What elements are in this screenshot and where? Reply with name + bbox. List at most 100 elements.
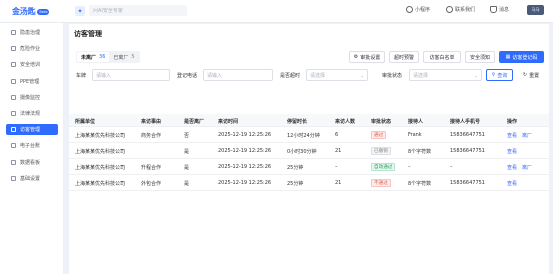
cell-time: 2025-12-19 12:25:26 bbox=[218, 180, 272, 186]
sidebar-item-label: 基础设置 bbox=[20, 175, 41, 182]
view-link[interactable]: 查看 bbox=[507, 164, 517, 171]
brand-logo[interactable]: 金汤匙 Beta bbox=[12, 6, 50, 17]
sidebar-item-label: 访客管理 bbox=[20, 127, 41, 134]
reset-button[interactable]: ↻ 重置 bbox=[518, 69, 544, 81]
scale-icon bbox=[11, 111, 16, 116]
register-code-label: 访客登记码 bbox=[512, 54, 538, 61]
leave-link[interactable]: 离厂 bbox=[522, 132, 532, 139]
messages-label: 消息 bbox=[499, 7, 510, 13]
cell-unit: 上海某某优先科技公司 bbox=[75, 181, 126, 187]
sidebar-item[interactable]: 电子台账 bbox=[6, 140, 58, 151]
whitelist-button[interactable]: 访客白名单 bbox=[423, 51, 461, 63]
cell-duration: 0小时30分钟 bbox=[287, 149, 317, 155]
ai-search-box[interactable] bbox=[89, 5, 187, 16]
table-row: 上海某某优先科技公司 外包合作 是 2025-12-19 12:25:26 25分钟 21… bbox=[69, 175, 549, 191]
timeout-label: 是否超时 bbox=[280, 73, 301, 79]
sidebar-item[interactable]: 隐患治理 bbox=[6, 27, 58, 38]
phone-input[interactable]: 请输入 bbox=[203, 69, 273, 81]
cell-time: 2025-12-19 12:25:26 bbox=[218, 132, 272, 138]
sidebar-item-label: PPE管理 bbox=[20, 78, 40, 85]
cell-host: – bbox=[408, 164, 411, 170]
sidebar-item[interactable]: 访客管理 bbox=[6, 124, 58, 136]
register-code-button[interactable]: ▦ 访客登记码 bbox=[499, 51, 544, 63]
status-badge: 不通过 bbox=[371, 179, 391, 187]
column-header[interactable]: 是否离厂 bbox=[184, 118, 204, 125]
sidebar-item-label: 电子台账 bbox=[20, 143, 41, 150]
cell-duration: 12小时24分钟 bbox=[287, 133, 320, 139]
table-row: 上海某某优先科技公司 是 2025-12-19 12:25:26 0小时30分钟 21 已… bbox=[69, 143, 549, 159]
safety-notice-button[interactable]: 安全须知 bbox=[465, 51, 495, 63]
book-icon bbox=[11, 62, 16, 68]
column-header[interactable]: 接待人手机号 bbox=[450, 118, 480, 125]
status-select-value: 请选择 bbox=[413, 72, 429, 79]
logo-text: 金汤匙 bbox=[12, 7, 36, 16]
view-link[interactable]: 查看 bbox=[507, 132, 517, 139]
table-row: 上海某某优先科技公司 商务合作 否 2025-12-19 12:25:26 12小时24… bbox=[69, 127, 549, 143]
cell-phone: – bbox=[450, 164, 453, 170]
chevron-down-icon: ⌄ bbox=[360, 73, 364, 78]
column-header[interactable]: 审批状态 bbox=[371, 118, 391, 125]
sidebar-item-label: 法律法规 bbox=[20, 111, 41, 117]
column-header[interactable]: 来访时间 bbox=[218, 118, 238, 125]
ai-search-input[interactable] bbox=[93, 7, 183, 14]
cell-duration: 25分钟 bbox=[287, 181, 304, 187]
cell-phone: 15836647751 bbox=[450, 180, 485, 186]
cell-reason: 商务合作 bbox=[141, 133, 162, 139]
user-avatar[interactable]: 马马 bbox=[527, 5, 544, 15]
dashboard-icon bbox=[11, 159, 16, 165]
cell-unit: 上海某某优先科技公司 bbox=[75, 165, 126, 171]
contact-button[interactable]: 联系我们 bbox=[446, 6, 475, 13]
sidebar-item[interactable]: 基础设置 bbox=[6, 173, 58, 184]
cell-left: 是 bbox=[184, 165, 190, 171]
sidebar-item[interactable]: 数据看板 bbox=[6, 157, 58, 168]
sidebar-item[interactable]: 法律法规 bbox=[6, 108, 58, 119]
view-link[interactable]: 查看 bbox=[507, 180, 517, 187]
messages-button[interactable]: 消息 bbox=[490, 6, 509, 13]
sidebar-item[interactable]: 摄像监控 bbox=[6, 92, 58, 103]
approval-settings-button[interactable]: ⚙ 审批设置 bbox=[349, 51, 385, 63]
ai-assistant-icon[interactable]: ✦ bbox=[75, 6, 85, 16]
cell-host: 8个字符数 bbox=[408, 149, 432, 155]
leave-link[interactable]: 离厂 bbox=[522, 164, 532, 171]
query-button[interactable]: ⚲ 查询 bbox=[486, 69, 513, 81]
timeout-select[interactable]: 请选择 ⌄ bbox=[306, 69, 368, 81]
cell-left: 否 bbox=[184, 133, 190, 139]
plate-input[interactable]: 请输入 bbox=[92, 69, 170, 81]
headset-icon bbox=[446, 6, 453, 13]
column-header[interactable]: 接待人 bbox=[408, 118, 423, 125]
sidebar-item-label: 危险作业 bbox=[20, 46, 41, 53]
view-link[interactable]: 查看 bbox=[507, 148, 517, 155]
table-row: 上海某某优先科技公司 升程合作 是 2025-12-19 12:25:26 25分钟 – 自… bbox=[69, 159, 549, 175]
status-select[interactable]: 请选择 ⌄ bbox=[409, 69, 482, 81]
bell-icon bbox=[490, 6, 497, 13]
beta-badge: Beta bbox=[37, 8, 50, 15]
column-header[interactable]: 所属单位 bbox=[75, 118, 95, 125]
timeout-select-value: 请选择 bbox=[310, 72, 326, 79]
top-header: 金汤匙 Beta ✦ 小程序 联系我们 消息 马马 bbox=[0, 0, 553, 23]
sidebar-item[interactable]: 安全培训 bbox=[6, 59, 58, 70]
sidebar-item-label: 摄像监控 bbox=[20, 94, 41, 101]
sidebar-item[interactable]: PPE管理 bbox=[6, 76, 58, 87]
tab-not-left[interactable]: 未离厂 36 bbox=[77, 52, 110, 62]
cell-count: – bbox=[335, 164, 338, 170]
mini-program-button[interactable]: 小程序 bbox=[406, 6, 430, 13]
cell-duration: 25分钟 bbox=[287, 165, 304, 171]
sidebar-item-label: 数据看板 bbox=[20, 159, 41, 166]
cell-unit: 上海某某优先科技公司 bbox=[75, 133, 126, 139]
timeout-warning-button[interactable]: 超时预警 bbox=[389, 51, 419, 63]
warning-icon bbox=[11, 46, 16, 52]
tab-left[interactable]: 已离厂 5 bbox=[109, 52, 138, 62]
visitor-icon bbox=[11, 127, 16, 133]
column-header[interactable]: 来访事由 bbox=[141, 118, 161, 125]
column-header[interactable]: 来访人数 bbox=[335, 118, 355, 125]
tab-label: 已离厂 bbox=[113, 54, 129, 61]
column-header[interactable]: 操作 bbox=[507, 118, 517, 125]
shield-icon bbox=[11, 30, 16, 35]
cell-phone: 15836647751 bbox=[450, 132, 485, 138]
phone-label: 登记电话 bbox=[177, 73, 198, 79]
search-icon: ⚲ bbox=[491, 72, 496, 78]
ledger-icon bbox=[11, 143, 16, 149]
sidebar-item[interactable]: 危险作业 bbox=[6, 43, 58, 54]
column-header[interactable]: 停留时长 bbox=[287, 118, 307, 125]
tab-label: 未离厂 bbox=[81, 54, 97, 61]
